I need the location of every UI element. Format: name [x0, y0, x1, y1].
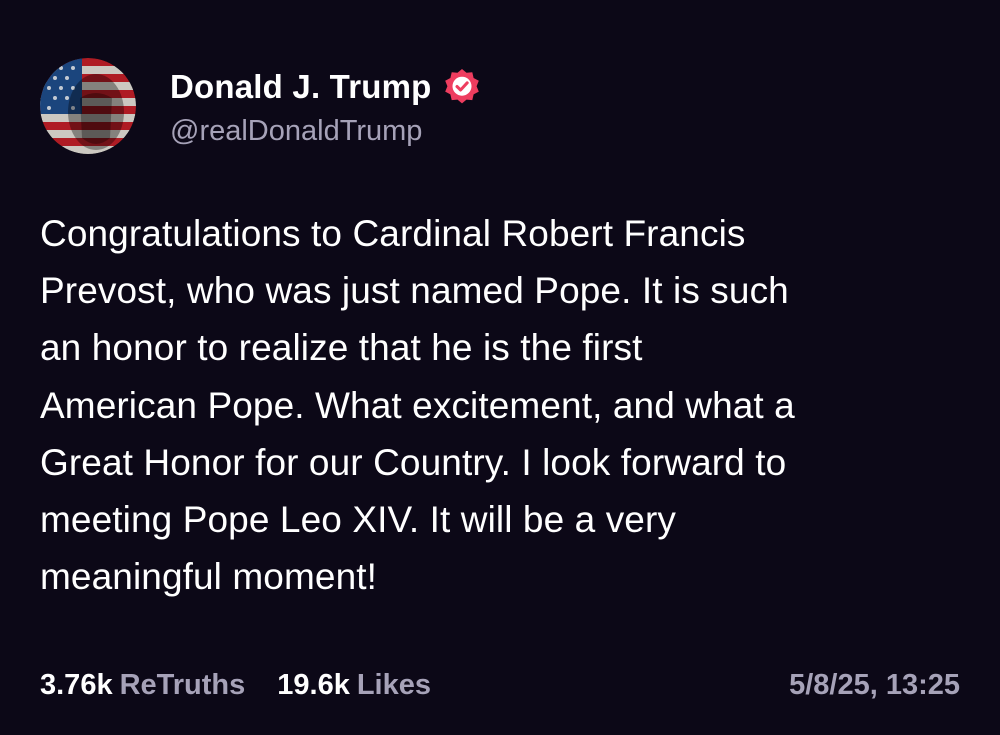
likes-label: Likes [356, 668, 432, 701]
post-footer: 3.76k ReTruths 19.6k Likes 5/8/25, 13:25 [40, 660, 960, 710]
post-text-line: meaningful moment! [40, 556, 378, 598]
display-name[interactable]: Donald J. Trump [170, 68, 432, 106]
retruths-count: 3.76k [40, 668, 113, 701]
post-text-line: meeting Pope Leo XIV. It will be a very [40, 499, 677, 541]
display-name-row: Donald J. Trump [170, 65, 482, 109]
post-timestamp[interactable]: 5/8/25, 13:25 [789, 669, 960, 702]
retruths-stat[interactable]: 3.76k ReTruths [40, 669, 245, 702]
avatar[interactable] [40, 58, 136, 154]
post-text-line: an honor to realize that he is the first [40, 327, 643, 369]
post-header: Donald J. Trump @realDonaldTrump [40, 56, 482, 156]
post-text-line: Congratulations to Cardinal Robert Franc… [40, 213, 746, 254]
likes-count: 19.6k [277, 668, 350, 701]
post-text-line: Great Honor for our Country. I look forw… [40, 441, 787, 483]
post-text-line: American Pope. What excitement, and what… [40, 384, 795, 426]
author-names: Donald J. Trump @realDonaldTrump [170, 65, 482, 148]
likes-stat[interactable]: 19.6k Likes [277, 669, 431, 702]
author-handle[interactable]: @realDonaldTrump [170, 115, 482, 148]
post-card: Donald J. Trump @realDonaldTrump Congrat… [0, 0, 1000, 735]
flag-portrait-avatar-icon [40, 58, 136, 154]
post-body: Congratulations to Cardinal Robert Franc… [40, 205, 970, 605]
verified-badge-icon [442, 67, 482, 107]
post-text-line: Prevost, who was just named Pope. It is … [40, 270, 789, 312]
retruths-label: ReTruths [119, 668, 246, 701]
